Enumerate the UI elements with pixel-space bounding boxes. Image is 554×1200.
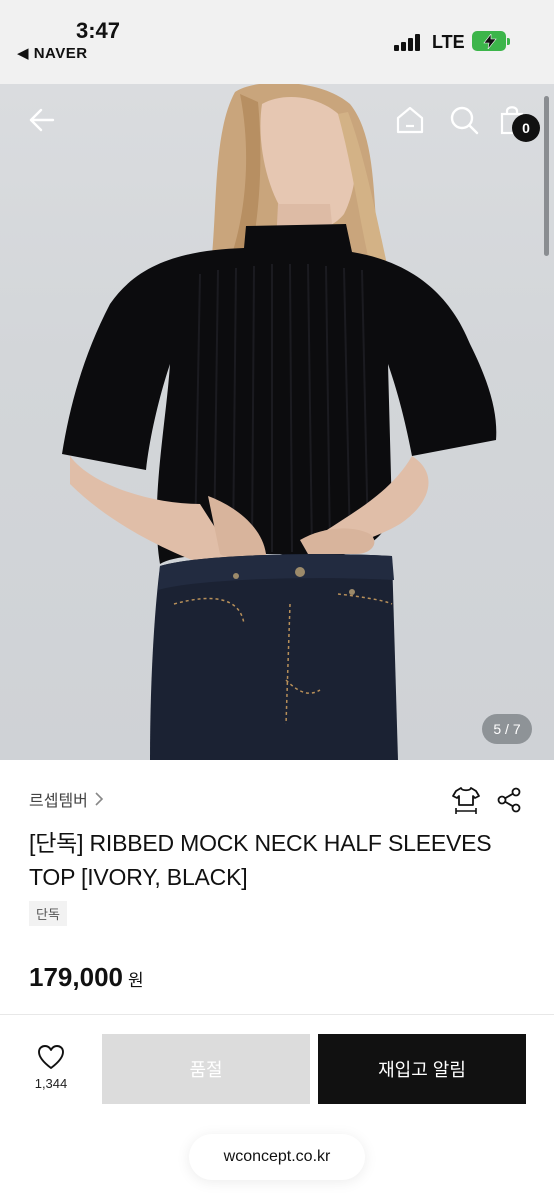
heart-icon	[38, 1045, 64, 1069]
like-count: 1,344	[34, 1076, 68, 1091]
product-image[interactable]	[0, 84, 554, 760]
brand-name: 르셉템버	[29, 793, 88, 810]
like-button[interactable]: 1,344	[24, 1044, 78, 1098]
home-icon	[396, 106, 424, 134]
battery-icon	[472, 31, 510, 51]
cart-count-badge: 0	[512, 114, 540, 142]
search-icon	[450, 106, 479, 135]
arrow-left-icon	[29, 108, 55, 132]
exclusive-tag: 단독	[29, 901, 67, 926]
image-counter: 5 / 7	[482, 714, 532, 744]
share-button[interactable]	[493, 784, 525, 816]
currency: 원	[127, 971, 144, 990]
tshirt-size-icon	[452, 787, 480, 814]
scrollbar[interactable]	[544, 96, 549, 256]
soldout-button[interactable]: 품절	[102, 1034, 310, 1104]
carrier-label: LTE	[432, 32, 465, 52]
product-title: [단독] RIBBED MOCK NECK HALF SLEEVES TOP […	[29, 830, 492, 890]
back-to-app-link[interactable]: ◀ NAVER	[17, 44, 88, 62]
product-photo	[62, 84, 497, 760]
brand-link[interactable]: 르셉템버	[29, 787, 104, 811]
status-bar: 3:47 ◀ NAVER LTE	[0, 0, 554, 84]
price-row: 179,000 원	[29, 962, 144, 993]
home-button[interactable]	[392, 102, 428, 138]
size-guide-button[interactable]	[450, 784, 482, 816]
status-time: 3:47	[76, 18, 121, 43]
browser-url-bar[interactable]: wconcept.co.kr	[189, 1134, 365, 1180]
signal-icon	[394, 33, 422, 51]
share-icon	[497, 787, 521, 813]
chevron-right-icon	[95, 792, 104, 806]
search-button[interactable]	[446, 102, 482, 138]
price: 179,000	[29, 962, 123, 992]
divider	[0, 1014, 554, 1015]
back-button[interactable]	[24, 102, 60, 138]
restock-alert-button[interactable]: 재입고 알림	[318, 1034, 526, 1104]
